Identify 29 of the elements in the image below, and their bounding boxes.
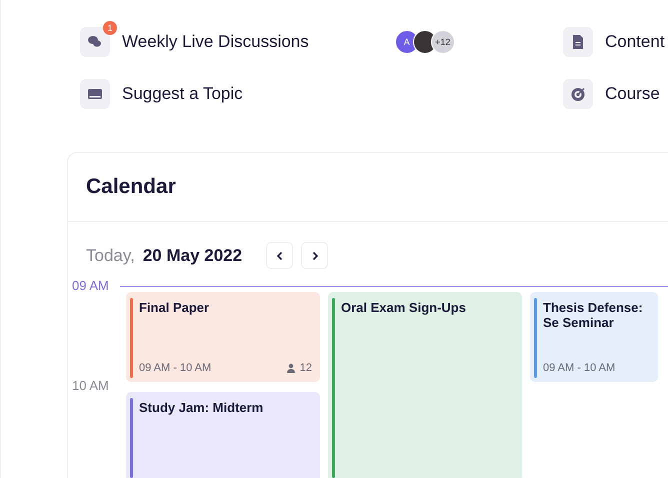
current-date: 20 May 2022 <box>142 246 242 266</box>
link[interactable]: Course <box>605 84 660 104</box>
time-label: 09 AM <box>71 278 110 293</box>
calendar-event[interactable]: Study Jam: Midterm <box>126 392 320 478</box>
previous-button[interactable] <box>266 242 294 269</box>
event-time: 09 AM - 10 AM <box>139 362 212 374</box>
calendar-title: Calendar <box>68 153 668 222</box>
calendar-event[interactable]: Thesis Defense: Se Seminar 09 AM - 10 AM <box>530 292 658 382</box>
tray-icon <box>87 86 103 102</box>
event-time: 09 AM - 10 AM <box>543 362 616 374</box>
link[interactable]: Suggest a Topic <box>122 84 243 104</box>
person-icon <box>286 363 296 373</box>
calendar-event[interactable]: Final Paper 09 AM - 10 AM 12 <box>126 292 320 382</box>
attendee-count: 12 <box>286 362 312 374</box>
event-title: Thesis Defense: Se Seminar <box>543 300 644 330</box>
event-title: Oral Exam Sign-Ups <box>341 300 467 315</box>
link[interactable]: Weekly Live Discussions <box>122 32 309 52</box>
calendar-event[interactable]: Oral Exam Sign-Ups <box>328 292 522 478</box>
target-icon <box>570 86 586 102</box>
chevron-left-icon <box>274 250 285 260</box>
time-label: 10 AM <box>71 378 110 393</box>
today-label: Today, <box>86 246 135 266</box>
link[interactable]: Content <box>605 32 665 52</box>
notification-badge: 1 <box>103 21 117 35</box>
document-icon <box>570 34 586 50</box>
next-button[interactable] <box>301 242 328 269</box>
avatar-count: +12 <box>430 30 455 54</box>
event-title: Final Paper <box>139 300 210 315</box>
event-title: Study Jam: Midterm <box>139 400 264 415</box>
